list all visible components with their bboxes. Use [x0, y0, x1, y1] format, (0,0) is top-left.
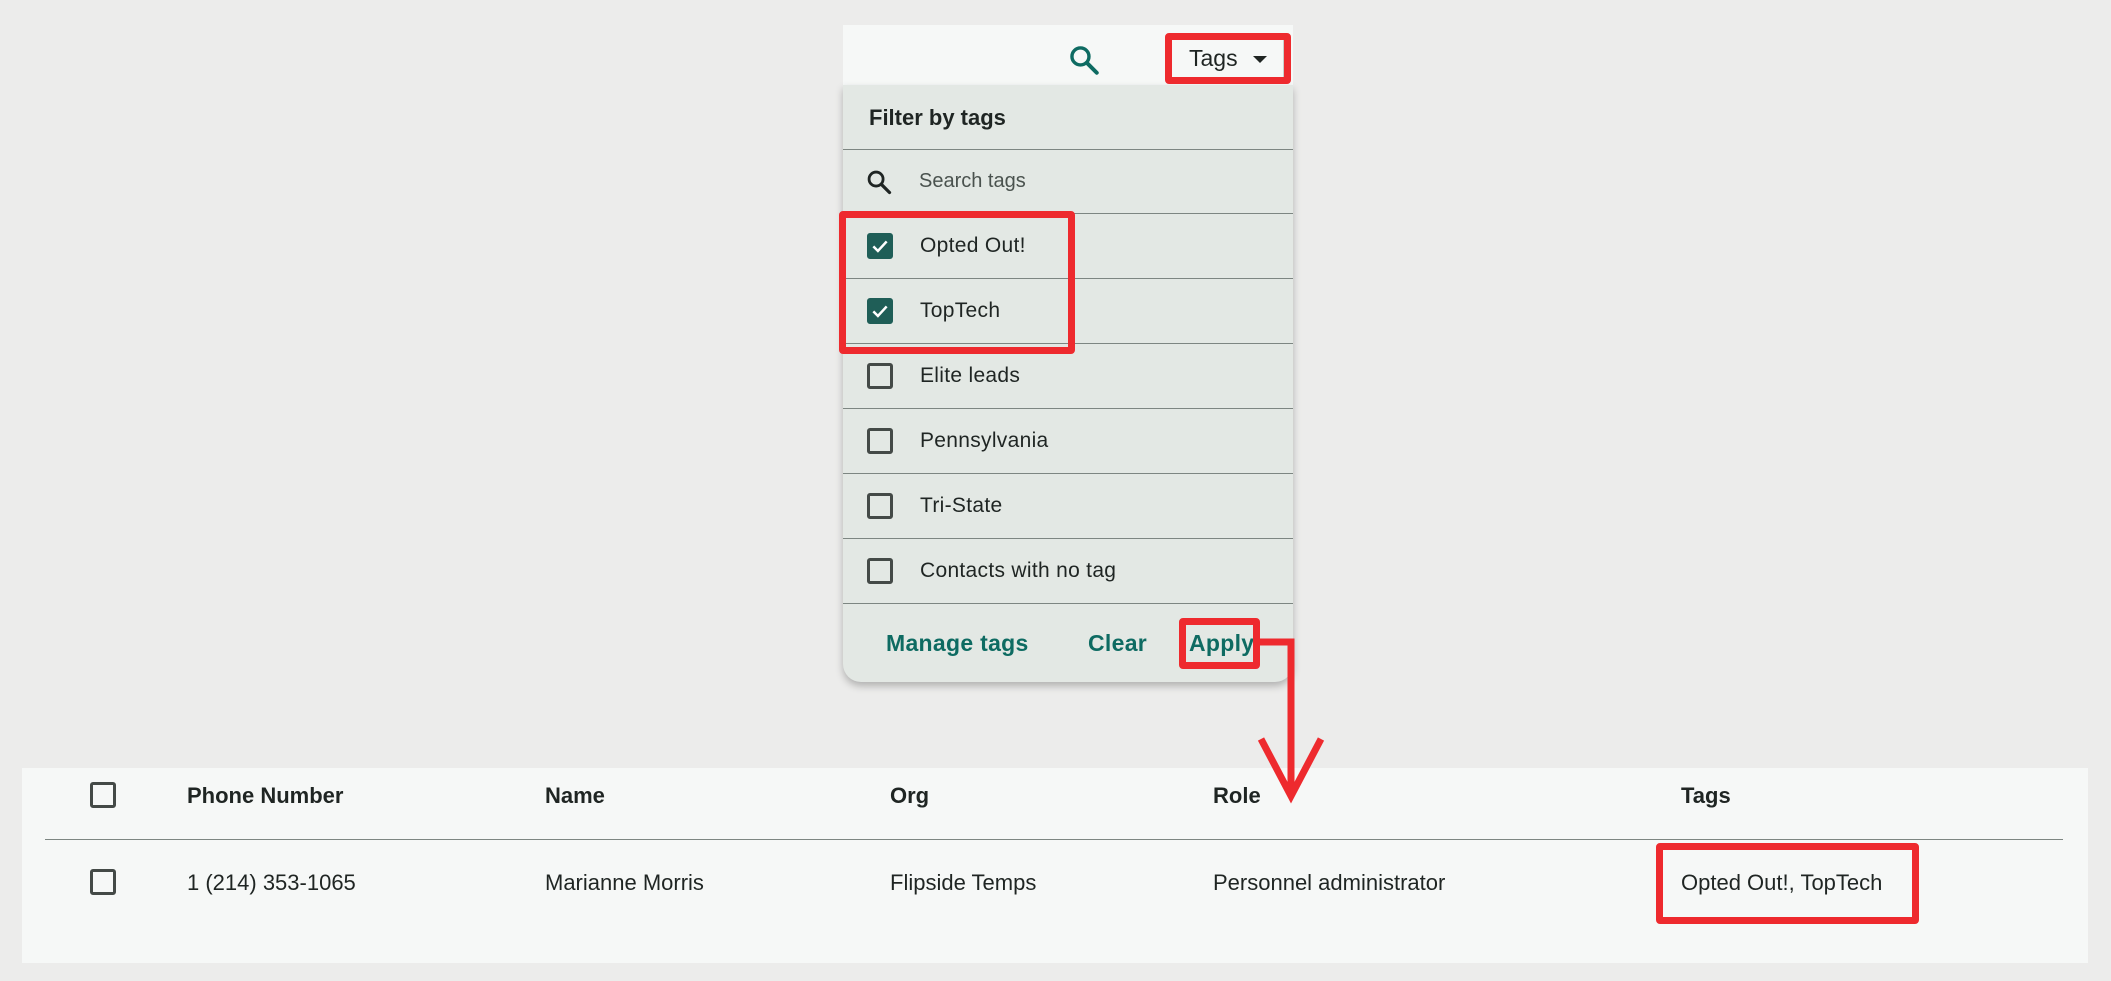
tag-option-label: TopTech [920, 299, 1001, 322]
column-header-name[interactable]: Name [545, 783, 605, 809]
column-header-org[interactable]: Org [890, 783, 929, 809]
tag-option[interactable]: Tri-State [843, 473, 1293, 538]
tags-button-label: Tags [1189, 44, 1238, 71]
cell-org: Flipside Temps [890, 870, 1037, 895]
checkmark-icon [872, 305, 888, 318]
select-all-checkbox[interactable] [90, 782, 116, 808]
tag-option-label: Opted Out! [920, 234, 1026, 257]
apply-button[interactable]: Apply [1189, 630, 1254, 657]
tag-checkbox[interactable] [867, 233, 893, 259]
search-button[interactable] [1066, 42, 1102, 78]
tag-option[interactable]: Opted Out! [843, 213, 1293, 278]
tag-filter-panel: Filter by tags Opted Out! TopTech Elite … [843, 85, 1293, 682]
header-divider [45, 839, 2063, 840]
column-header-phone[interactable]: Phone Number [187, 783, 343, 809]
search-icon [1070, 46, 1099, 75]
tag-option-label: Tri-State [920, 494, 1003, 517]
tag-checkbox[interactable] [867, 428, 893, 454]
panel-title: Filter by tags [869, 105, 1006, 130]
tag-option-label: Contacts with no tag [920, 559, 1117, 582]
search-icon [867, 170, 892, 194]
manage-tags-button[interactable]: Manage tags [886, 630, 1029, 657]
tag-option-label: Pennsylvania [920, 429, 1049, 452]
column-header-tags[interactable]: Tags [1681, 783, 1731, 809]
tag-search-input[interactable] [917, 169, 1261, 194]
tag-option[interactable]: Contacts with no tag [843, 538, 1293, 603]
tag-option[interactable]: TopTech [843, 278, 1293, 343]
tag-option[interactable]: Elite leads [843, 343, 1293, 408]
clear-button[interactable]: Clear [1088, 630, 1147, 657]
tag-checkbox[interactable] [867, 298, 893, 324]
cell-tags: Opted Out!, TopTech [1681, 870, 1883, 895]
cell-phone: 1 (214) 353-1065 [187, 870, 356, 895]
tags-filter-button[interactable]: Tags [1170, 37, 1284, 79]
cell-name: Marianne Morris [545, 870, 704, 895]
tag-checkbox[interactable] [867, 493, 893, 519]
column-header-role[interactable]: Role [1213, 783, 1261, 809]
panel-actions: Manage tags Clear Apply [843, 603, 1293, 681]
tag-option-label: Elite leads [920, 364, 1021, 387]
tag-search-row [843, 149, 1293, 213]
tag-option[interactable]: Pennsylvania [843, 408, 1293, 473]
checkmark-icon [872, 240, 888, 253]
caret-down-icon [1253, 56, 1267, 63]
cell-role: Personnel administrator [1213, 870, 1446, 895]
tag-checkbox[interactable] [867, 558, 893, 584]
tag-checkbox[interactable] [867, 363, 893, 389]
row-checkbox[interactable] [90, 869, 116, 895]
